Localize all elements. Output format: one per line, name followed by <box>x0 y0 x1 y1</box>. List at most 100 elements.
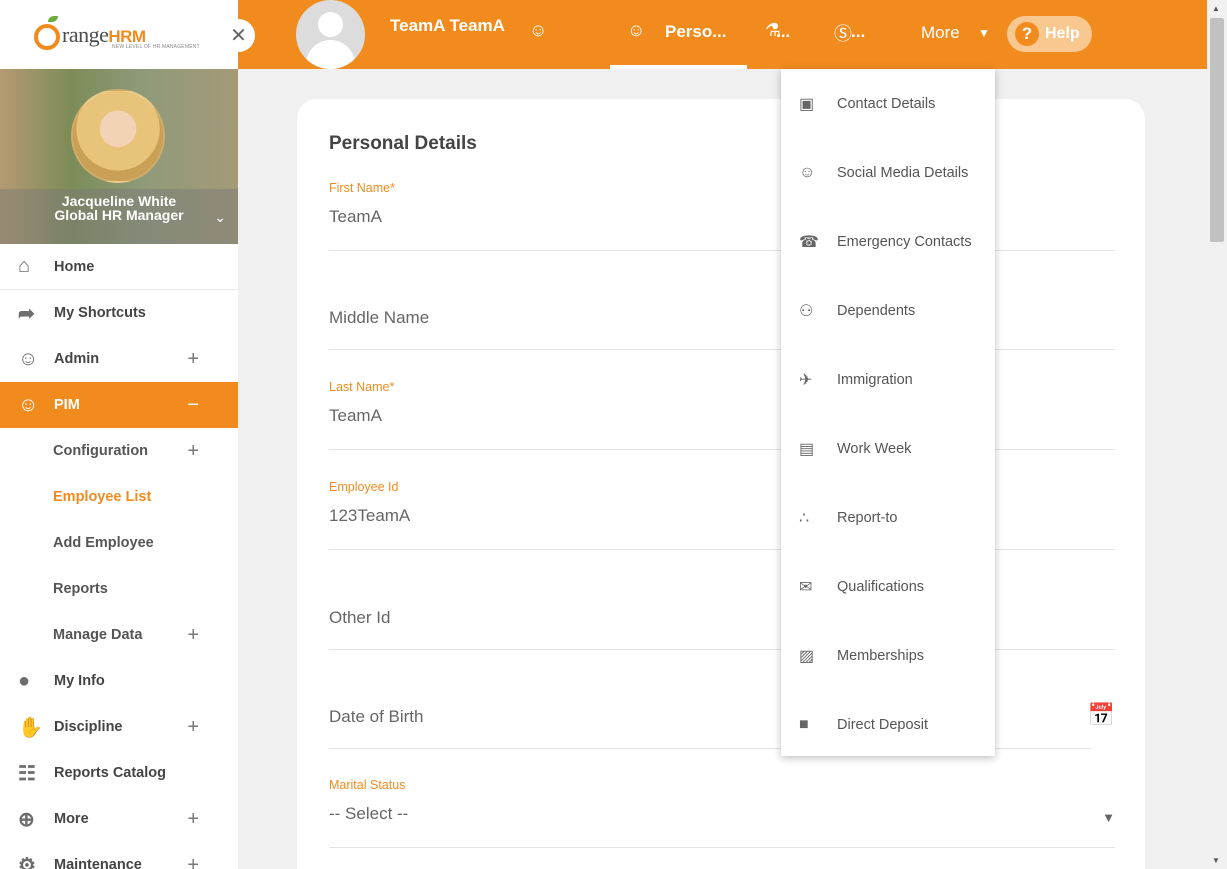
scroll-up-arrow-icon[interactable]: ▲ <box>1212 4 1220 13</box>
collapse-minus-icon[interactable]: − <box>187 394 199 417</box>
sidebar-item-label: Admin <box>54 351 100 367</box>
sidebar-item-label: Home <box>54 258 95 275</box>
sidebar-item-pim[interactable]: ☺ PIM − <box>0 382 238 428</box>
sidebar-item-reports-catalog[interactable]: ☷ Reports Catalog <box>0 750 238 796</box>
select-caret-icon[interactable]: ▼ <box>1102 810 1115 825</box>
plane-icon: ✈ <box>799 371 813 389</box>
menu-item-contact-details[interactable]: ▣ Contact Details <box>781 69 995 138</box>
menu-item-label: Contact Details <box>837 95 936 112</box>
first-name-value[interactable]: TeamA <box>329 207 1115 227</box>
tab-personal[interactable]: Perso... <box>665 22 726 42</box>
menu-item-label: Work Week <box>837 440 912 457</box>
menu-item-report-to[interactable]: ∴ Report-to <box>781 483 995 552</box>
tab-job[interactable]: ... <box>776 22 790 42</box>
more-tabs-dropdown: ▣ Contact Details ☺ Social Media Details… <box>781 69 995 756</box>
sidebar-subitem-label: Add Employee <box>53 535 154 551</box>
sidebar: rangeHRM NEW LEVEL OF HR MANAGEMENT Jacq… <box>0 0 238 869</box>
other-id-placeholder[interactable]: Other Id <box>329 608 1115 628</box>
sidebar-item-more[interactable]: ⊕ More + <box>0 796 238 842</box>
employee-id-label: Employee Id <box>329 480 399 494</box>
phone-icon: ☎ <box>799 233 819 251</box>
sidebar-item-label: Maintenance <box>54 857 142 869</box>
switch-employee-icon[interactable]: ☺ <box>529 20 547 41</box>
qualification-icon: ✉ <box>799 578 813 596</box>
expand-plus-icon[interactable]: + <box>187 716 199 739</box>
share-icon: ➦ <box>18 302 35 325</box>
orangehrm-logo[interactable]: rangeHRM NEW LEVEL OF HR MANAGEMENT <box>0 0 238 69</box>
sidebar-subitem-employee-list[interactable]: Employee List <box>0 474 238 520</box>
expand-plus-icon[interactable]: + <box>187 348 199 371</box>
marital-status-field[interactable]: Marital Status -- Select -- <box>329 778 1115 848</box>
menu-item-immigration[interactable]: ✈ Immigration <box>781 345 995 414</box>
salary-tab-icon[interactable]: Ⓢ <box>834 20 852 46</box>
page-scrollbar[interactable]: ▲ ▼ <box>1207 0 1227 869</box>
menu-item-emergency-contacts[interactable]: ☎ Emergency Contacts <box>781 207 995 276</box>
first-name-field[interactable]: First Name* TeamA <box>329 181 1115 251</box>
sidebar-subitem-label: Reports <box>53 581 108 597</box>
social-media-icon: ☺ <box>799 163 816 181</box>
sidebar-subitem-reports[interactable]: Reports <box>0 566 238 612</box>
menu-item-work-week[interactable]: ▤ Work Week <box>781 414 995 483</box>
sidebar-item-label: My Info <box>54 673 105 689</box>
employee-avatar[interactable] <box>296 0 365 69</box>
tab-salary[interactable]: ... <box>851 22 865 42</box>
sidebar-subitem-label: Manage Data <box>53 627 143 643</box>
avatar-head <box>318 12 343 37</box>
calendar-badge-icon: ▤ <box>799 440 815 458</box>
sidebar-item-my-shortcuts[interactable]: ➦ My Shortcuts <box>0 290 238 336</box>
other-id-field[interactable]: Other Id <box>329 550 1115 650</box>
avatar-body <box>306 40 355 69</box>
menu-item-direct-deposit[interactable]: ■ Direct Deposit <box>781 690 995 759</box>
sidebar-item-my-info[interactable]: ● My Info <box>0 658 238 704</box>
sidebar-item-home[interactable]: ⌂ Home <box>0 244 238 290</box>
user-profile-panel: Jacqueline White Global HR Manager ⌄ <box>0 69 238 244</box>
middle-name-field[interactable]: Middle Name <box>329 251 1115 350</box>
employee-id-field[interactable]: Employee Id 123TeamA <box>329 480 1115 550</box>
marital-status-label: Marital Status <box>329 778 406 792</box>
middle-name-placeholder[interactable]: Middle Name <box>329 308 1115 328</box>
marital-status-select[interactable]: -- Select -- <box>329 804 1115 824</box>
sidebar-item-maintenance[interactable]: ⚙ Maintenance + <box>0 842 238 869</box>
expand-plus-icon[interactable]: + <box>187 854 199 869</box>
discipline-icon: ✋ <box>18 716 43 739</box>
sidebar-item-label: Reports Catalog <box>54 765 166 781</box>
expand-plus-icon[interactable]: + <box>187 440 199 463</box>
sidebar-subitem-manage-data[interactable]: Manage Data + <box>0 612 238 658</box>
expand-plus-icon[interactable]: + <box>187 624 199 647</box>
more-tabs-button[interactable]: More <box>921 23 960 43</box>
home-icon: ⌂ <box>18 255 31 277</box>
pim-icon: ☺ <box>18 393 39 416</box>
sidebar-item-label: PIM <box>54 397 80 413</box>
active-tab-indicator <box>610 65 747 69</box>
sidebar-item-discipline[interactable]: ✋ Discipline + <box>0 704 238 750</box>
last-name-value[interactable]: TeamA <box>329 406 1115 426</box>
membership-icon: ▨ <box>799 647 815 665</box>
employee-id-value[interactable]: 123TeamA <box>329 506 1115 526</box>
sidebar-subitem-configuration[interactable]: Configuration + <box>0 428 238 474</box>
menu-item-social-media-details[interactable]: ☺ Social Media Details <box>781 138 995 207</box>
menu-item-memberships[interactable]: ▨ Memberships <box>781 621 995 690</box>
menu-item-dependents[interactable]: ⚇ Dependents <box>781 276 995 345</box>
chevron-down-icon[interactable]: ⌄ <box>214 209 226 226</box>
help-button[interactable]: ? Help <box>1007 16 1092 52</box>
expand-plus-icon[interactable]: + <box>187 808 199 831</box>
close-sidebar-button[interactable]: ✕ <box>222 19 255 52</box>
menu-item-label: Memberships <box>837 647 925 664</box>
sidebar-item-label: More <box>54 811 89 827</box>
sidebar-item-admin[interactable]: ☺ Admin + <box>0 336 238 382</box>
caret-down-icon[interactable]: ▼ <box>978 26 990 40</box>
plus-circle-icon: ⊕ <box>18 808 35 831</box>
personal-details-card: Personal Details First Name* TeamA Middl… <box>297 99 1145 869</box>
scroll-down-arrow-icon[interactable]: ▼ <box>1212 856 1220 865</box>
help-label: Help <box>1045 25 1080 42</box>
scrollbar-thumb[interactable] <box>1210 18 1224 242</box>
menu-item-label: Dependents <box>837 302 916 319</box>
contact-card-icon: ▣ <box>799 95 815 113</box>
menu-item-qualifications[interactable]: ✉ Qualifications <box>781 552 995 621</box>
menu-item-label: Report-to <box>837 509 898 526</box>
logo-leaf-icon <box>48 16 58 22</box>
calendar-icon[interactable]: 📅 <box>1088 702 1115 728</box>
sidebar-subitem-add-employee[interactable]: Add Employee <box>0 520 238 566</box>
last-name-field[interactable]: Last Name* TeamA <box>329 380 1115 450</box>
sidebar-item-label: Discipline <box>54 719 123 735</box>
